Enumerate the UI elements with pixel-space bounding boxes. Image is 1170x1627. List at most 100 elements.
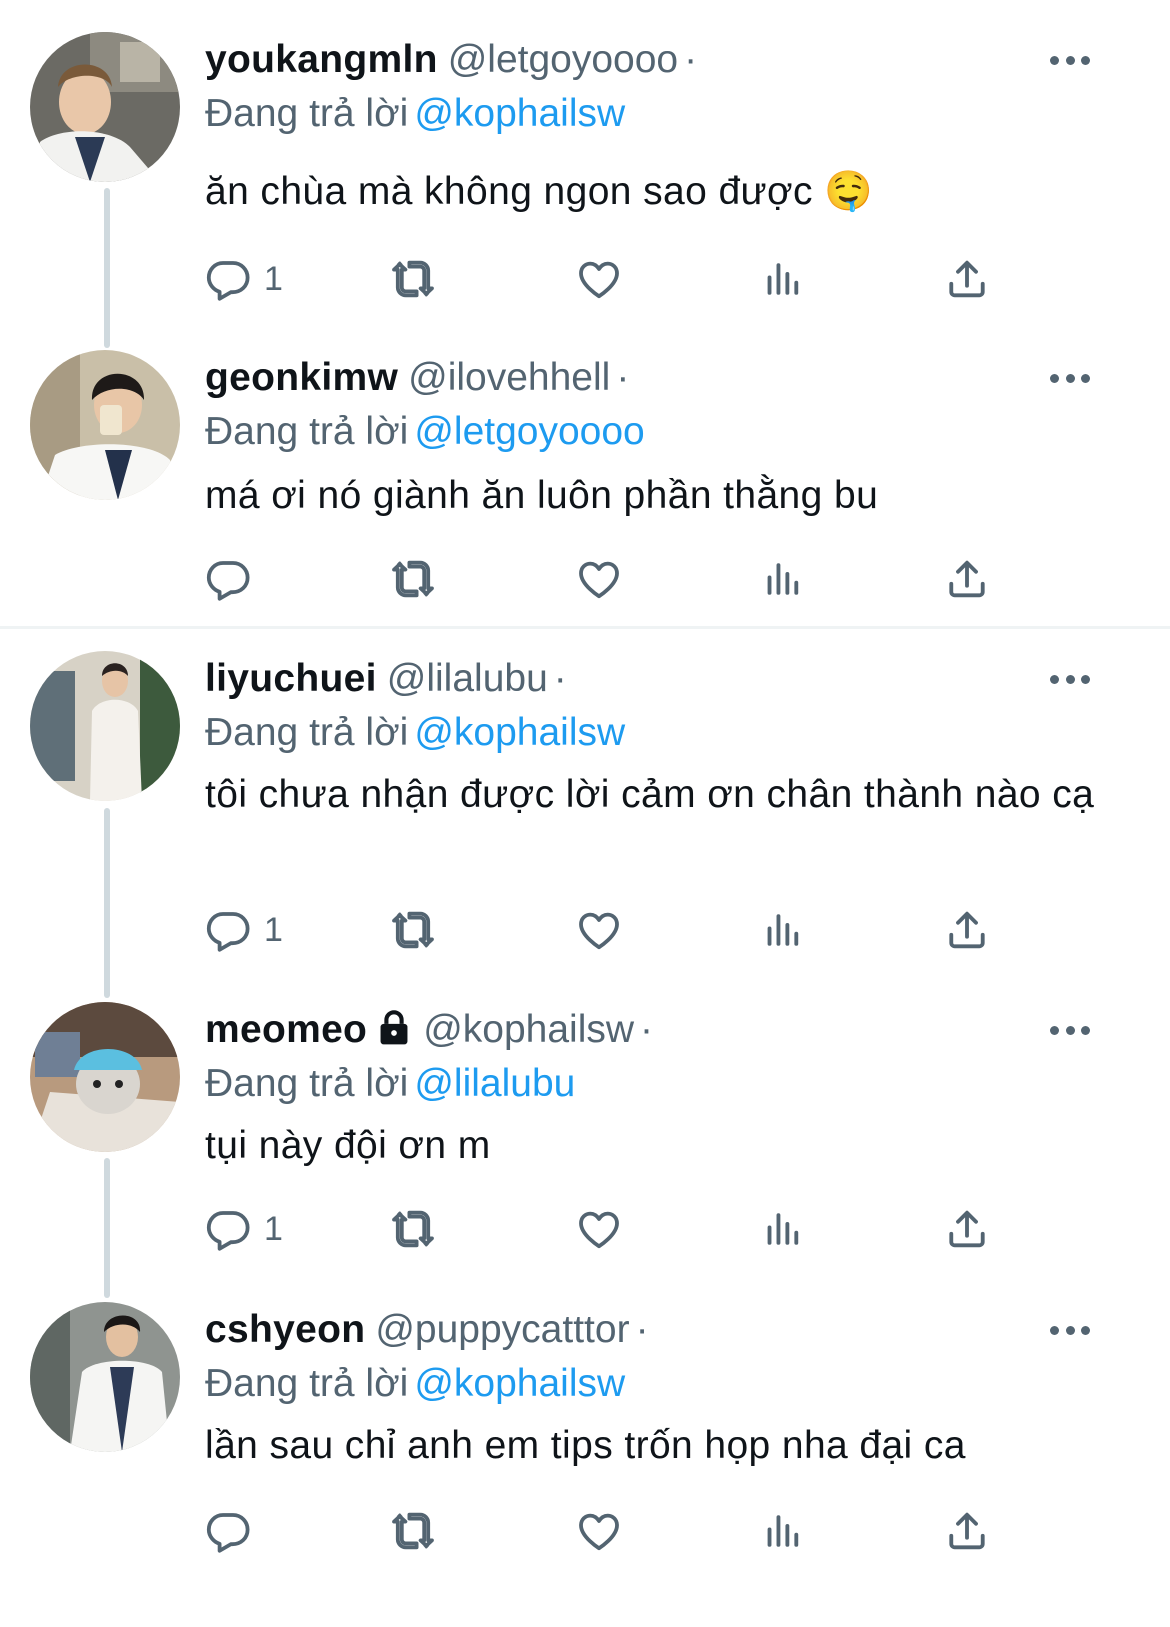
tweet-header: youkangmln @letgoyoooo · (205, 32, 697, 88)
replying-to: Đang trả lời @kophailsw (205, 705, 625, 761)
username[interactable]: @lilalubu (387, 657, 548, 700)
retweet-button[interactable] (386, 905, 440, 955)
like-icon (574, 1507, 624, 1555)
avatar[interactable] (30, 1302, 180, 1452)
retweet-icon (386, 1205, 440, 1253)
tweet-text: lần sau chỉ anh em tips trốn họp nha đại… (205, 1424, 966, 1467)
reply-button[interactable]: 1 (204, 254, 283, 304)
retweet-icon (386, 1507, 440, 1555)
tweet-header: liyuchuei @lilalubu · (205, 651, 567, 707)
tweet[interactable]: cshyeon @puppycatttor · Đang trả lời @kopha… (0, 1302, 1170, 1622)
views-button[interactable] (762, 905, 804, 955)
share-button[interactable] (944, 1204, 990, 1254)
views-icon (762, 1510, 804, 1552)
section-divider (0, 626, 1170, 629)
tweet[interactable]: liyuchuei @lilalubu · Đang trả lời @kophail… (0, 651, 1170, 981)
share-button[interactable] (944, 1506, 990, 1556)
mention-link[interactable]: @kophailsw (414, 1362, 625, 1405)
tweet-text: ăn chùa mà không ngon sao được 🤤 (205, 170, 874, 213)
avatar[interactable] (30, 350, 180, 500)
replying-to-label: Đang trả lời (205, 1062, 409, 1105)
tweet[interactable]: youkangmln @letgoyoooo · Đang trả lời @koph… (0, 32, 1170, 322)
views-button[interactable] (762, 254, 804, 304)
share-icon (944, 256, 990, 302)
separator-dot: · (635, 1308, 649, 1351)
display-name[interactable]: youkangmln (205, 38, 438, 81)
views-icon (762, 1208, 804, 1250)
separator-dot: · (684, 38, 698, 81)
username[interactable]: @kophailsw (423, 1008, 634, 1051)
views-button[interactable] (762, 1204, 804, 1254)
tweet[interactable]: geonkimw @ilovehhell · Đang trả lời @letgoy… (0, 350, 1170, 610)
reply-button[interactable]: 1 (204, 905, 283, 955)
reply-icon (204, 1507, 252, 1555)
reply-icon (204, 906, 252, 954)
reply-button[interactable] (204, 554, 264, 604)
reply-button[interactable] (204, 1506, 264, 1556)
tweet-actions (0, 1506, 1170, 1556)
reply-count: 1 (264, 259, 283, 298)
tweet-actions (0, 554, 1170, 604)
like-icon (574, 1205, 624, 1253)
reply-icon (204, 555, 252, 603)
share-icon (944, 1508, 990, 1554)
separator-dot: · (616, 356, 630, 399)
replying-to: Đang trả lời @kophailsw (205, 1356, 625, 1412)
reply-count: 1 (264, 1209, 283, 1248)
tweet[interactable]: meomeo @kophailsw · Đang trả lời @lilalubu … (0, 1002, 1170, 1282)
tweet-header: meomeo @kophailsw · (205, 1002, 653, 1058)
share-button[interactable] (944, 905, 990, 955)
retweet-button[interactable] (386, 254, 440, 304)
username[interactable]: @letgoyoooo (448, 38, 678, 81)
tweet-header: cshyeon @puppycatttor · (205, 1302, 649, 1358)
retweet-button[interactable] (386, 1506, 440, 1556)
retweet-button[interactable] (386, 1204, 440, 1254)
display-name[interactable]: geonkimw (205, 356, 398, 399)
replying-to: Đang trả lời @kophailsw (205, 86, 625, 142)
reply-button[interactable]: 1 (204, 1204, 283, 1254)
share-button[interactable] (944, 254, 990, 304)
views-icon (762, 909, 804, 951)
share-icon (944, 907, 990, 953)
more-icon[interactable] (1050, 1310, 1090, 1350)
share-button[interactable] (944, 554, 990, 604)
like-button[interactable] (574, 1204, 624, 1254)
separator-dot: · (640, 1008, 654, 1051)
tweet-actions: 1 (0, 254, 1170, 304)
like-button[interactable] (574, 254, 624, 304)
retweet-icon (386, 906, 440, 954)
like-button[interactable] (574, 554, 624, 604)
avatar[interactable] (30, 1002, 180, 1152)
replying-to-label: Đang trả lời (205, 711, 409, 754)
display-name[interactable]: liyuchuei (205, 657, 377, 700)
reply-icon (204, 1205, 252, 1253)
share-icon (944, 1206, 990, 1252)
views-button[interactable] (762, 1506, 804, 1556)
tweet-text: má ơi nó giành ăn luôn phần thằng bu (205, 474, 879, 517)
mention-link[interactable]: @letgoyoooo (414, 410, 644, 453)
replying-to: Đang trả lời @letgoyoooo (205, 404, 645, 460)
tweet-text: tụi này đội ơn m (205, 1124, 491, 1167)
avatar[interactable] (30, 651, 180, 801)
more-icon[interactable] (1050, 1010, 1090, 1050)
display-name[interactable]: meomeo (205, 1008, 367, 1051)
more-icon[interactable] (1050, 659, 1090, 699)
avatar[interactable] (30, 32, 180, 182)
lock-icon (375, 1008, 413, 1046)
retweet-button[interactable] (386, 554, 440, 604)
display-name[interactable]: cshyeon (205, 1308, 365, 1351)
like-button[interactable] (574, 1506, 624, 1556)
more-icon[interactable] (1050, 358, 1090, 398)
mention-link[interactable]: @kophailsw (414, 92, 625, 135)
retweet-icon (386, 555, 440, 603)
like-button[interactable] (574, 905, 624, 955)
mention-link[interactable]: @lilalubu (414, 1062, 575, 1105)
tweet-header: geonkimw @ilovehhell · (205, 350, 629, 406)
mention-link[interactable]: @kophailsw (414, 711, 625, 754)
reply-icon (204, 255, 252, 303)
username[interactable]: @ilovehhell (408, 356, 610, 399)
views-button[interactable] (762, 554, 804, 604)
username[interactable]: @puppycatttor (375, 1308, 629, 1351)
more-icon[interactable] (1050, 40, 1090, 80)
replying-to-label: Đang trả lời (205, 410, 409, 453)
